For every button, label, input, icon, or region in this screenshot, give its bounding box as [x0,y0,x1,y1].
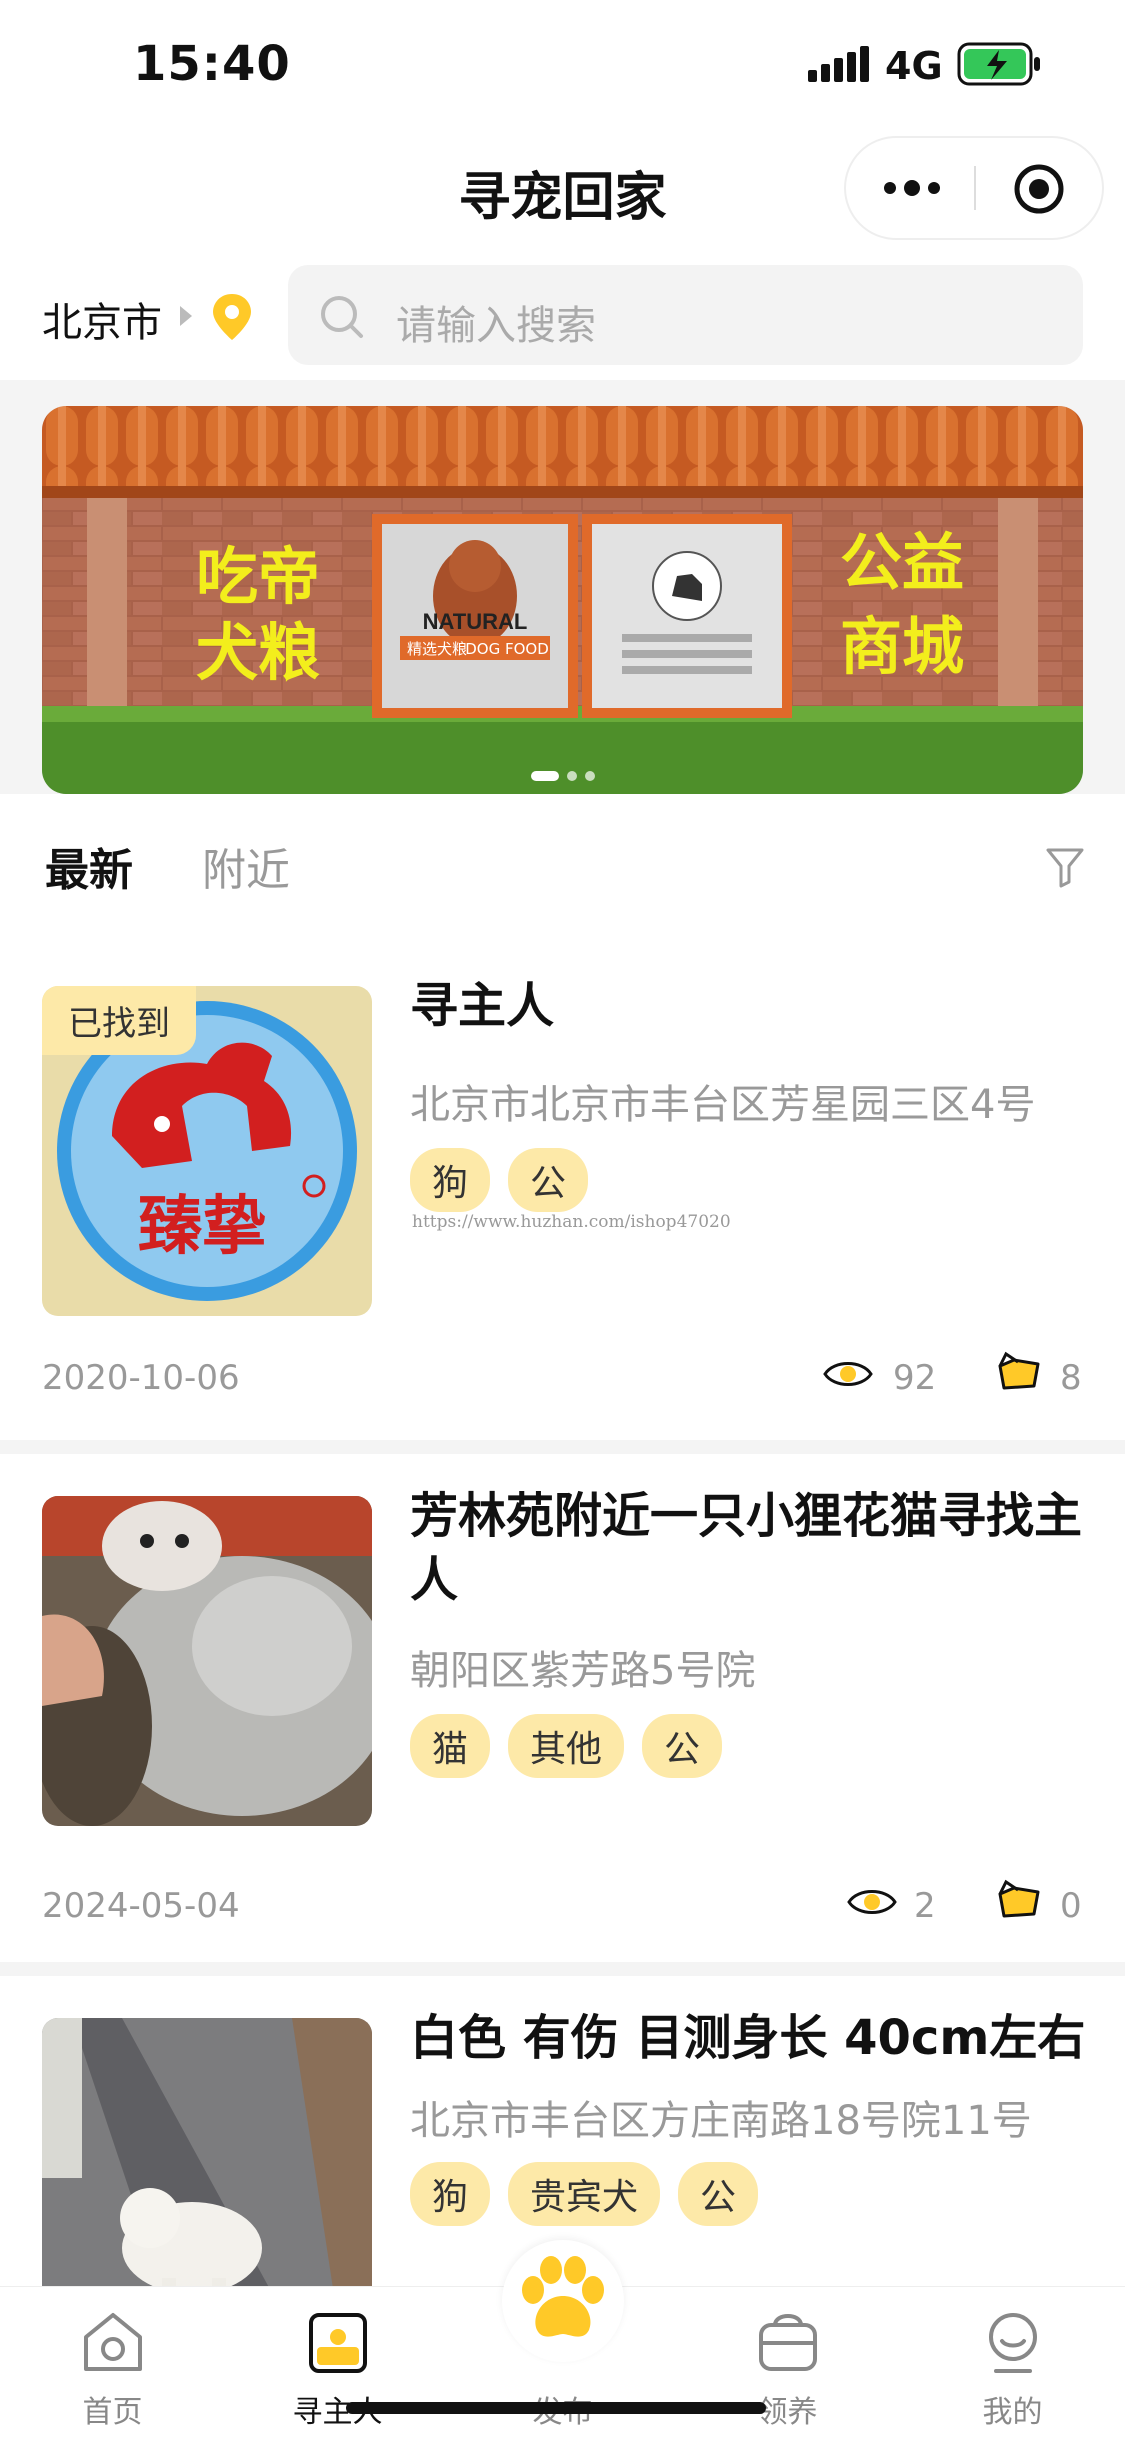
banner-image: NATURAL 精选犬粮 DOG FOOD 吃帝 犬粮 公益 商城 [42,406,1083,794]
bag-sub-2: DOG FOOD [465,640,549,658]
post-thumbnail: 臻挚 已找到 [42,986,372,1316]
post-image [42,1496,372,1826]
post-address: 北京市北京市丰台区芳星园三区4号 [410,1082,1036,1128]
banner-dot[interactable] [530,771,559,781]
post-title: 芳林苑附近一只小狸花猫寻找主人 [410,1488,1083,1608]
close-miniprogram-icon[interactable] [1012,162,1066,216]
post-date: 2024-05-04 [42,1886,240,1926]
publish-button[interactable] [502,2240,624,2362]
search-row: 北京市 请输入搜索 [0,250,1125,380]
home-indicator [346,2402,766,2414]
feed-tabs: 最新 附近 [0,794,1125,944]
city-dropdown-icon[interactable] [180,306,192,326]
post-date: 2020-10-06 [42,1358,240,1398]
view-count: 92 [893,1358,937,1398]
search-input[interactable]: 请输入搜索 [288,265,1083,365]
post-card[interactable]: 芳林苑附近一只小狸花猫寻找主人 朝阳区紫芳路5号院 猫其他公 2024-05-0… [0,1454,1125,1962]
tag: 狗 [410,2162,491,2226]
eye-icon [847,1890,897,1914]
tag: 公 [678,2162,759,2226]
banner-pagination [42,766,1083,785]
tab-mine-label: 我的 [982,2395,1043,2430]
signal-icon [808,46,869,82]
search-placeholder: 请输入搜索 [396,303,596,349]
tab-adopt[interactable]: 领养 [675,2287,900,2437]
tab-mine[interactable]: 我的 [900,2287,1125,2437]
more-icon[interactable] [882,174,942,202]
view-count: 2 [914,1886,936,1926]
post-card[interactable]: 臻挚 已找到 寻主人 北京市北京市丰台区芳星园三区4号 狗公 https://w… [0,944,1125,1440]
banner-right-line1: 公益 [840,526,964,599]
tag: 贵宾犬 [508,2162,661,2226]
like-count: 8 [1060,1358,1082,1398]
status-badge: 已找到 [42,986,196,1055]
tag: 公 [508,1148,589,1212]
post-title: 白色 有伤 目测身长 40cm左右 [410,2010,1086,2066]
home-icon [84,2313,142,2371]
banner-left-line2: 犬粮 [196,616,320,689]
banner-dot[interactable] [566,771,577,781]
search-icon [321,296,363,338]
post-tags: 狗公 [410,1148,606,1212]
location-pin-icon[interactable] [210,292,254,342]
tab-home[interactable]: 首页 [0,2287,225,2437]
bag-brand-text: NATURAL [423,609,528,634]
tag: 猫 [410,1714,491,1778]
logo-text: 臻挚 [138,1190,266,1264]
tag: 狗 [410,1148,491,1212]
like-count: 0 [1060,1886,1082,1926]
post-thumbnail [42,1496,372,1826]
status-time: 15:40 [133,36,291,92]
tab-nearby[interactable]: 附近 [202,834,290,898]
city-selector[interactable]: 北京市 [42,290,162,348]
bag-sub-1: 精选犬粮 [407,640,467,658]
reward-icon [998,1351,1040,1390]
battery-icon [957,42,1040,86]
reward-icon [998,1879,1040,1918]
banner-dot[interactable] [584,771,595,781]
watermark-url: https://www.huzhan.com/ishop47020 [412,1212,731,1232]
filter-icon[interactable] [1045,846,1085,888]
post-title: 寻主人 [410,978,555,1034]
post-tags: 猫其他公 [410,1714,740,1778]
tab-find-owner[interactable]: 寻主人 [225,2287,450,2437]
mini-program-capsule [846,138,1102,238]
tab-home-label: 首页 [82,2395,143,2430]
banner-left-line1: 吃帝 [196,540,320,613]
profile-icon [989,2313,1037,2373]
tab-latest[interactable]: 最新 [45,834,133,898]
pet-carrier-icon [759,2314,817,2371]
network-type: 4G [885,44,943,88]
eye-icon [823,1362,873,1386]
tag: 其他 [508,1714,625,1778]
promo-banner[interactable]: NATURAL 精选犬粮 DOG FOOD 吃帝 犬粮 公益 商城 [42,406,1083,794]
capsule-divider [974,166,976,210]
status-bar: 15:40 4G [0,0,1125,130]
post-address: 北京市丰台区方庄南路18号院11号 [410,2098,1032,2144]
banner-right-line2: 商城 [840,610,964,683]
post-address: 朝阳区紫芳路5号院 [410,1648,756,1694]
paw-icon [522,2256,604,2337]
post-tags: 狗贵宾犬公 [410,2162,776,2226]
find-owner-icon [309,2313,367,2373]
tag: 公 [642,1714,723,1778]
